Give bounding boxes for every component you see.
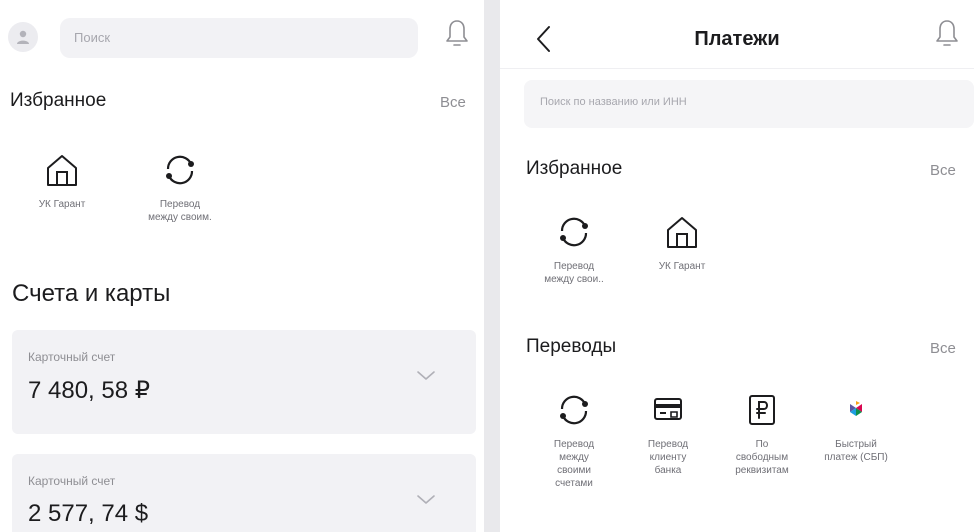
transfer-item-own-accounts[interactable]: Перевод между своими счетами [524, 390, 624, 490]
transfer-item-label: Перевод между своими счетами [553, 439, 595, 489]
search-input[interactable]: Поиск [60, 18, 418, 58]
ruble-document-icon [749, 395, 775, 425]
favorite-item-label: УК Гарант [658, 261, 706, 272]
favorite-item-uk-garant[interactable]: УК Гарант [632, 212, 732, 273]
transfers-all-link[interactable]: Все [930, 340, 956, 357]
house-icon [667, 217, 697, 248]
favorite-item-label: Перевод между своим. [148, 199, 212, 223]
home-screen: Поиск Избранное Все УК Гарант Перевод ме… [0, 0, 484, 532]
account-balance: 2 577, 74 $ [28, 500, 149, 527]
transfer-item-label: Быстрый платеж (СБП) [824, 439, 888, 463]
transfer-item-bank-client[interactable]: Перевод клиенту банка [618, 390, 718, 477]
accounts-title: Счета и карты [12, 280, 171, 307]
bell-icon[interactable] [444, 18, 470, 50]
favorites-title: Избранное [526, 158, 623, 179]
favorite-item-own-transfer[interactable]: Перевод между свои.. [524, 212, 624, 286]
account-balance: 7 480, 58 ₽ [28, 377, 151, 404]
payments-screen: Платежи Поиск по названию или ИНН Избран… [500, 0, 974, 532]
search-placeholder: Поиск [74, 30, 111, 45]
profile-avatar[interactable] [8, 22, 38, 52]
favorite-item-label: УК Гарант [38, 199, 86, 210]
favorite-item-own-transfer[interactable]: Перевод между своим. [130, 150, 230, 224]
page-title: Платежи [694, 28, 780, 50]
account-label: Карточный счет [28, 474, 116, 488]
account-card[interactable]: Карточный счет 7 480, 58 ₽ [12, 330, 476, 434]
sbp-logo-icon [850, 401, 862, 416]
transfer-cycle-icon [166, 155, 194, 185]
transfer-item-label: Перевод клиенту банка [647, 439, 689, 476]
transfer-item-sbp[interactable]: Быстрый платеж (СБП) [806, 390, 906, 464]
transfer-cycle-icon [560, 217, 588, 247]
chevron-down-icon[interactable] [416, 370, 436, 382]
transfer-item-label: По свободным реквизитам [735, 439, 789, 476]
favorites-title: Избранное [10, 90, 107, 111]
bank-card-icon [654, 398, 682, 420]
house-icon [47, 155, 77, 186]
account-label: Карточный счет [28, 350, 116, 364]
favorites-all-link[interactable]: Все [440, 94, 466, 111]
search-placeholder: Поиск по названию или ИНН [540, 96, 687, 108]
header-divider [500, 68, 974, 69]
user-icon [17, 30, 29, 44]
account-card[interactable]: Карточный счет 2 577, 74 $ [12, 454, 476, 532]
favorite-item-uk-garant[interactable]: УК Гарант [12, 150, 112, 211]
favorite-item-label: Перевод между свои.. [544, 261, 604, 285]
payments-search-input[interactable]: Поиск по названию или ИНН [524, 80, 974, 128]
transfer-cycle-icon [560, 395, 588, 425]
favorites-all-link[interactable]: Все [930, 162, 956, 179]
transfer-item-free-details[interactable]: По свободным реквизитам [712, 390, 812, 477]
transfers-title: Переводы [526, 336, 617, 357]
chevron-down-icon[interactable] [416, 494, 436, 506]
bell-icon[interactable] [934, 18, 960, 50]
